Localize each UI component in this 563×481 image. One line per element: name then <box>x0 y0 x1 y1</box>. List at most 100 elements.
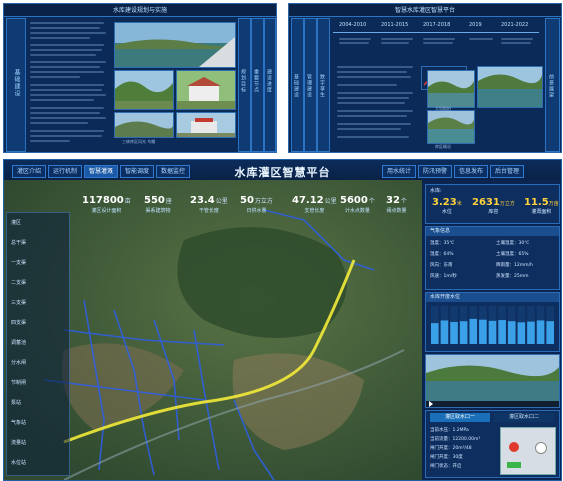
water-label: 灌溉面积 <box>531 209 552 215</box>
level-chart-title: 水库开度水位 <box>426 293 559 302</box>
list-item[interactable]: 总干渠 <box>11 239 26 246</box>
level-bar <box>517 322 526 344</box>
dashboard-title: 水库灌区智慧平台 <box>234 166 331 179</box>
right-panel: 水库: 3.23米 水位 2631万立方 库容 11.5万亩 灌溉面积 气象信息… <box>422 180 561 480</box>
timeline-year[interactable]: 2004-2010 <box>339 22 366 28</box>
vertical-label-outlook[interactable]: 前景展望 <box>548 74 555 98</box>
top-left-panel: 水库建设规划与实施 基础建设 三峡库区风光 鸟瞰 规划目标 重要节点 建设进度 <box>3 3 277 153</box>
gate-item: 闸门状态：开启 <box>430 464 462 469</box>
water-area: 11.5万亩 灌溉面积 <box>524 197 559 215</box>
lake-photo <box>427 110 475 144</box>
gate-tab-2[interactable]: 灌区取水口二 <box>494 413 554 422</box>
stat-label: 计水点数量 <box>344 208 370 214</box>
right-column-3: 建设进度 <box>264 18 276 152</box>
tab-monitor[interactable]: 数据监控 <box>156 165 190 178</box>
tab-admin[interactable]: 后台管理 <box>490 165 524 178</box>
reservoir-box: 水库: 3.23米 水位 2631万立方 库容 11.5万亩 灌溉面积 <box>425 184 560 224</box>
tab-water-stats[interactable]: 用水统计 <box>382 165 416 178</box>
gate-box: 灌区取水口一 灌区取水口二 当前水压：1.2MPa 当前流量：12200.00m… <box>425 410 560 478</box>
gate-item: 当前流量：12200.00m³ <box>430 437 481 442</box>
building-photo <box>176 70 236 110</box>
station-photo <box>176 112 236 138</box>
right-column-2: 重要节点 <box>251 18 264 152</box>
level-bar <box>440 320 449 344</box>
tab-flood[interactable]: 防汛预警 <box>418 165 452 178</box>
gate-control-panel[interactable] <box>500 427 556 475</box>
list-item[interactable]: 一支渠 <box>11 259 26 266</box>
list-item[interactable]: 调蓄池 <box>11 339 26 346</box>
stat-meters: 5600个 计水点数量 <box>340 195 375 214</box>
top-left-title: 水库建设规划与实施 <box>112 7 168 14</box>
water-capacity: 2631万立方 库容 <box>472 197 515 215</box>
list-item[interactable]: 三支渠 <box>11 299 26 306</box>
level-bar <box>488 320 497 344</box>
stat-valves: 32个 阀点数量 <box>386 195 407 214</box>
level-chart <box>431 306 554 344</box>
level-bar <box>469 318 478 344</box>
timeline-year[interactable]: 2017-2018 <box>423 22 450 28</box>
play-icon[interactable] <box>429 401 433 407</box>
text-block <box>30 20 108 148</box>
top-left-left-column: 基础建设 <box>6 18 26 152</box>
weather-item: 风速：1m/秒 <box>430 274 457 279</box>
tab-publish[interactable]: 信息发布 <box>454 165 488 178</box>
level-bar <box>546 321 554 344</box>
left-column-3: 数字孪生 <box>317 18 330 152</box>
reservoir-photo <box>477 66 543 108</box>
weather-item: 风向：东南 <box>430 263 453 268</box>
water-unit: 万亩 <box>548 201 559 207</box>
gate-item: 闸门开度：30度 <box>430 455 463 460</box>
valley-photo <box>114 70 174 110</box>
weather-item: 土壤湿度：65% <box>496 252 529 257</box>
vertical-label-manage[interactable]: 管理建设 <box>306 74 313 98</box>
tab-irrigation[interactable]: 智慧灌溉 <box>84 165 118 178</box>
stat-branch-pipe: 47.12公里 支管长度 <box>292 195 337 214</box>
list-item[interactable]: 四支渠 <box>11 319 26 326</box>
tab-intro[interactable]: 灌区介绍 <box>12 165 46 178</box>
list-item[interactable]: 分水闸 <box>11 359 26 366</box>
gate-tab-1[interactable]: 灌区取水口一 <box>430 413 490 422</box>
level-bar <box>431 323 439 344</box>
level-bar <box>479 319 487 344</box>
satellite-map[interactable]: 117800亩 灌区设计面积 550座 渠系建筑物 23.4公里 干管长度 50… <box>4 180 422 480</box>
tab-mechanism[interactable]: 运行机制 <box>48 165 82 178</box>
list-item[interactable]: 水位站 <box>11 459 26 466</box>
reservoir-photo-large <box>114 22 236 68</box>
list-item[interactable]: 气象站 <box>11 419 26 426</box>
weather-item: 土壤温度：30℃ <box>496 241 530 246</box>
stat-label: 灌区设计面积 <box>91 208 122 214</box>
vertical-label-progress[interactable]: 建设进度 <box>266 69 273 93</box>
stat-label: 支管长度 <box>304 208 325 214</box>
timeline-year[interactable]: 2021-2022 <box>501 22 528 28</box>
timeline-year[interactable]: 2019 <box>469 22 482 28</box>
water-value: 11.5 <box>524 197 549 208</box>
list-item[interactable]: 泵站 <box>11 399 21 406</box>
stat-unit: 座 <box>165 198 172 205</box>
water-unit: 米 <box>456 201 462 207</box>
vertical-label-plan[interactable]: 规划目标 <box>240 69 247 93</box>
water-value: 3.23 <box>432 197 457 208</box>
gate-indicator <box>507 462 521 468</box>
list-item[interactable]: 二支渠 <box>11 279 26 286</box>
vertical-label-node[interactable]: 重要节点 <box>253 69 260 93</box>
vertical-label-basic[interactable]: 基础建设 <box>293 74 300 98</box>
gate-button-white[interactable] <box>535 442 547 454</box>
vertical-label[interactable]: 基础建设 <box>12 69 21 97</box>
weather-title: 气象信息 <box>426 227 559 236</box>
timeline-year[interactable]: 2011-2015 <box>381 22 408 28</box>
list-item[interactable]: 灌区 <box>11 219 21 226</box>
list-item[interactable]: 流量站 <box>11 439 26 446</box>
stat-value: 5600 <box>340 195 368 206</box>
gate-button-red[interactable] <box>509 442 519 452</box>
weather-item: 温度：35℃ <box>430 241 455 246</box>
stat-unit: 公里 <box>215 198 228 205</box>
top-left-header: 水库建设规划与实施 <box>4 4 276 17</box>
level-bar <box>450 321 458 344</box>
stat-value: 32 <box>386 195 400 206</box>
stat-value: 50 <box>240 195 254 206</box>
tab-dispatch[interactable]: 智能调度 <box>120 165 154 178</box>
vertical-label-twin[interactable]: 数字孪生 <box>319 74 326 98</box>
list-item[interactable]: 节制闸 <box>11 379 26 386</box>
reservoir-video[interactable] <box>425 354 560 408</box>
stat-main-pipe: 23.4公里 干管长度 <box>190 195 228 214</box>
